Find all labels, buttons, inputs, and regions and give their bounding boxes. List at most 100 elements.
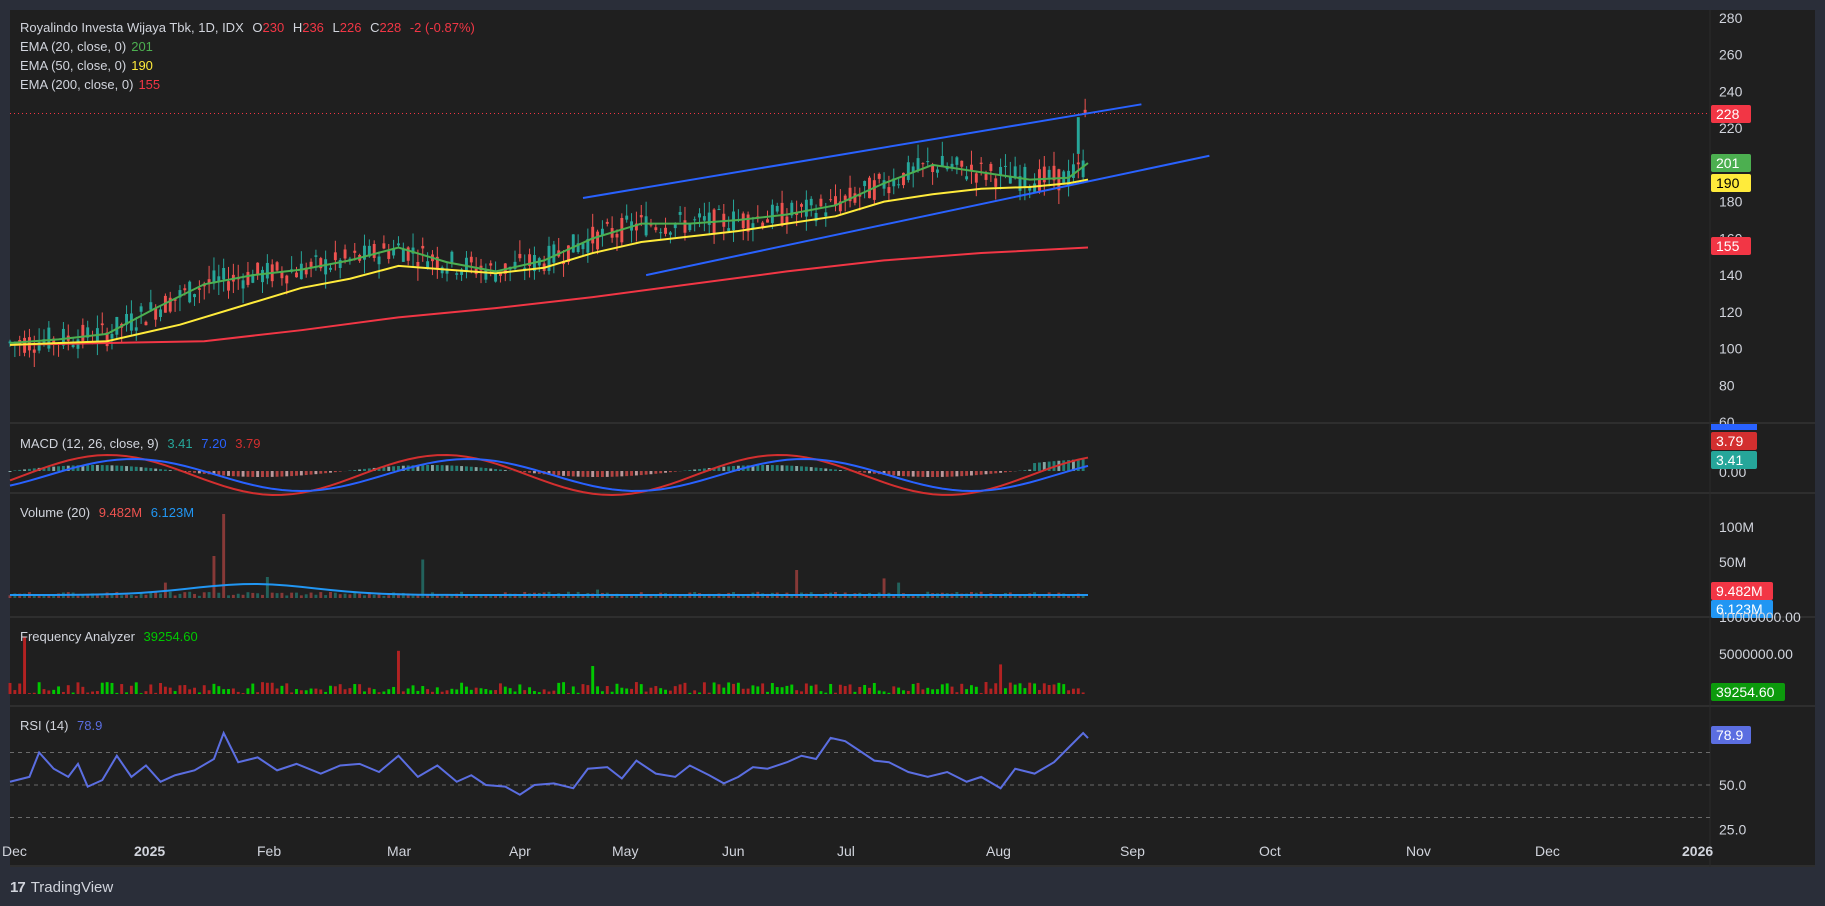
- ema50-value: 190: [131, 58, 153, 73]
- freq-bar: [411, 685, 415, 694]
- candle-body: [333, 252, 337, 261]
- price-tick-label: 100: [1719, 341, 1743, 357]
- macd-signal-badge: 3.79: [1716, 433, 1743, 449]
- macd-histogram-bar: [868, 471, 871, 474]
- freq-bar: [722, 687, 726, 694]
- chart-svg[interactable]: 2802602402201801601401201008060228201190…: [0, 0, 1825, 906]
- macd-histogram-bar: [494, 469, 498, 471]
- freq-bar: [217, 686, 221, 694]
- candle-body: [809, 198, 813, 206]
- candle-body: [1076, 162, 1080, 165]
- time-tick-label: 2025: [134, 843, 165, 859]
- freq-bar: [911, 683, 915, 694]
- tradingview-footer[interactable]: 17 TradingView: [10, 879, 113, 896]
- freq-bar: [207, 690, 211, 694]
- volume-bar: [333, 592, 337, 598]
- candle-body: [489, 263, 493, 266]
- time-tick-label: Dec: [1535, 843, 1560, 859]
- macd-histogram-bar: [450, 465, 454, 471]
- freq-bar: [775, 687, 779, 694]
- freq-bar: [193, 687, 196, 694]
- macd-histogram-bar: [464, 466, 468, 471]
- macd-histogram-bar: [421, 465, 425, 471]
- candle-body: [183, 288, 187, 291]
- volume-bar: [76, 595, 80, 598]
- macd-histogram-bar: [285, 471, 289, 477]
- macd-histogram-bar: [91, 465, 95, 471]
- freq-bar: [329, 685, 332, 694]
- time-tick-label: Jul: [837, 843, 855, 859]
- macd-histogram-bar: [829, 468, 833, 471]
- freq-bar: [1071, 688, 1075, 694]
- macd-histogram-bar: [363, 468, 366, 471]
- volume-bar: [324, 595, 328, 598]
- freq-bar: [537, 692, 541, 694]
- candle-body: [159, 309, 162, 317]
- freq-bar: [892, 686, 896, 694]
- macd-label: MACD (12, 26, close, 9): [20, 436, 159, 451]
- rsi-legend: RSI (14) 78.9: [20, 718, 107, 733]
- candle-body: [134, 327, 138, 331]
- price-tick-label: 120: [1719, 304, 1743, 320]
- macd-histogram-bar: [532, 471, 536, 474]
- macd-histogram-bar: [615, 471, 619, 477]
- macd-histogram-bar: [649, 471, 653, 475]
- volume-bar: [231, 594, 235, 598]
- macd-histogram-bar: [100, 465, 104, 471]
- macd-histogram-bar: [940, 471, 944, 477]
- volume-bar: [144, 594, 148, 598]
- freq-bar: [431, 691, 434, 694]
- freq-bar: [445, 690, 449, 694]
- freq-bar: [1076, 688, 1080, 694]
- volume-bar: [411, 595, 415, 598]
- macd-histogram-bar: [838, 470, 842, 471]
- candle-body: [154, 308, 158, 320]
- macd-histogram-bar: [498, 469, 502, 471]
- candle-body: [877, 173, 881, 179]
- freq-bar: [688, 692, 692, 694]
- freq-bar: [625, 688, 629, 694]
- tradingview-brand: TradingView: [30, 879, 114, 896]
- volume-bar: [261, 594, 264, 598]
- freq-bar: [455, 689, 459, 694]
- macd-histogram-bar: [154, 468, 158, 471]
- macd-histogram-bar: [780, 465, 784, 471]
- freq-bar: [800, 691, 803, 694]
- macd-histogram-bar: [785, 465, 789, 471]
- candle-body: [81, 324, 85, 342]
- macd-histogram-bar: [892, 471, 896, 476]
- price-tick-label: 240: [1719, 83, 1743, 99]
- freq-bar: [319, 689, 323, 694]
- macd-histogram-bar: [911, 471, 915, 477]
- high-label: H: [292, 20, 303, 35]
- volume-bar: [168, 591, 172, 598]
- freq-bar: [32, 692, 36, 694]
- volume-bar: [285, 595, 289, 598]
- candle-body: [115, 316, 119, 335]
- macd-histogram-bar: [921, 471, 925, 477]
- candle-body: [688, 224, 692, 231]
- macd-histogram-bar: [105, 465, 109, 471]
- candle-body: [843, 195, 847, 200]
- ema200-legend: EMA (200, close, 0) 155: [20, 77, 165, 92]
- macd-histogram-bar: [790, 465, 794, 471]
- macd-histogram-bar: [897, 471, 901, 476]
- candle-body: [741, 213, 745, 229]
- volume-label: Volume (20): [20, 505, 91, 520]
- macd-histogram-bar: [610, 471, 614, 477]
- macd-histogram-bar: [149, 468, 153, 471]
- freq-bar: [484, 689, 488, 694]
- freq-bar: [600, 691, 604, 694]
- macd-histogram-bar: [591, 471, 595, 477]
- candle-body: [906, 162, 910, 180]
- freq-bar: [275, 688, 279, 694]
- macd-histogram-bar: [188, 471, 192, 473]
- macd-histogram-bar: [353, 469, 357, 471]
- freq-bar: [965, 689, 969, 694]
- freq-bar: [435, 687, 439, 694]
- macd-histogram-bar: [52, 466, 56, 471]
- candle-body: [401, 249, 405, 262]
- macd-histogram-bar: [392, 466, 396, 471]
- macd-histogram-bar: [295, 471, 298, 476]
- candle-body: [897, 184, 901, 186]
